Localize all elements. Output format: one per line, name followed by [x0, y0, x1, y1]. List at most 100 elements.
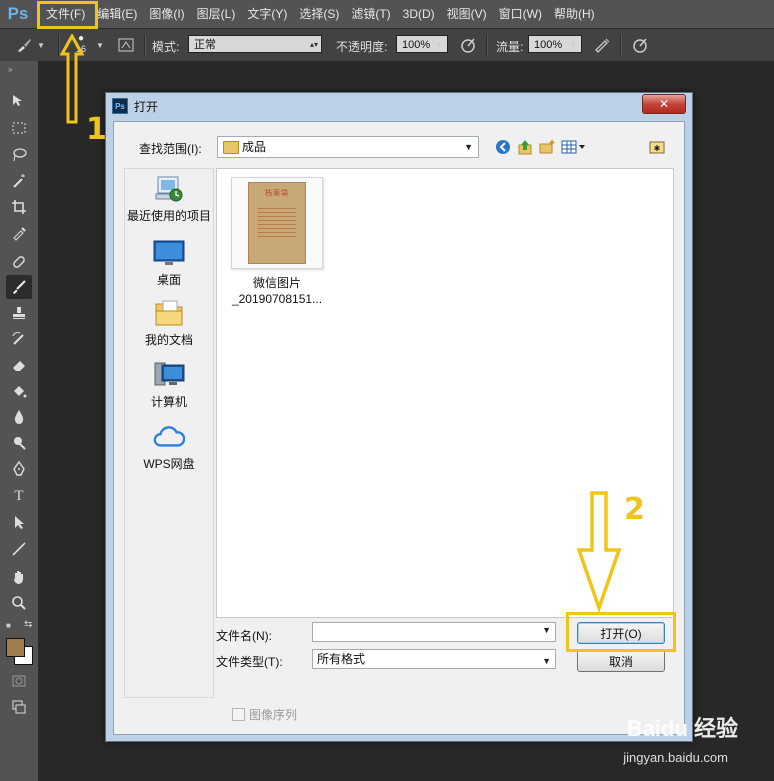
file-name-line2: _20190708151...	[231, 292, 323, 306]
path-selection-tool-icon[interactable]	[6, 510, 32, 534]
airbrush-icon[interactable]	[592, 35, 612, 55]
look-in-combobox[interactable]: 成品 ▼	[217, 136, 479, 158]
documents-icon	[153, 299, 185, 327]
chevron-down-icon: ▼	[464, 142, 473, 152]
menu-type[interactable]: 文字(Y)	[241, 0, 293, 28]
chevron-down-icon: ▼	[542, 656, 551, 666]
brush-preset-icon[interactable]	[14, 35, 34, 55]
look-in-label: 查找范围(I):	[139, 142, 202, 156]
opacity-label: 不透明度:	[336, 40, 388, 54]
line-tool-icon[interactable]	[6, 537, 32, 561]
place-label: 桌面	[156, 273, 181, 287]
menu-bar: Ps 文件(F) 编辑(E) 图像(I) 图层(L) 文字(Y) 选择(S) 滤…	[0, 0, 774, 28]
opacity-value: 100%	[402, 39, 431, 51]
default-colors-icon[interactable]: ■	[6, 621, 11, 630]
checkbox-box	[232, 708, 245, 721]
place-computer[interactable]: 计算机	[125, 361, 213, 410]
lasso-tool-icon[interactable]	[6, 143, 32, 167]
look-in-value: 成品	[242, 140, 267, 154]
step-number-2: 2	[624, 492, 645, 527]
menu-view[interactable]: 视图(V)	[441, 0, 493, 28]
pressure-size-icon[interactable]	[630, 35, 650, 55]
file-item[interactable]: 档案袋 微信图片 _20190708151...	[227, 177, 327, 307]
mode-select[interactable]: 正常 ▴▾	[188, 35, 322, 53]
updown-arrow-icon: ▴▾	[309, 40, 318, 49]
menu-3d[interactable]: 3D(D)	[397, 0, 441, 28]
dialog-title: 打开	[134, 100, 159, 114]
menu-image[interactable]: 图像(I)	[143, 0, 190, 28]
mode-label: 模式:	[152, 40, 180, 54]
chevron-down-icon[interactable]: ▼	[564, 35, 582, 55]
chevron-down-icon[interactable]: ▼	[430, 35, 448, 55]
place-label: 最近使用的项目	[126, 209, 211, 223]
archive-envelope-image: 档案袋	[248, 182, 306, 264]
eyedropper-tool-icon[interactable]	[6, 221, 32, 245]
place-desktop[interactable]: 桌面	[125, 239, 213, 288]
move-tool-icon[interactable]	[6, 89, 32, 113]
clone-stamp-tool-icon[interactable]	[6, 301, 32, 325]
flow-value: 100%	[534, 39, 563, 51]
filetype-select[interactable]: 所有格式 ▼	[312, 649, 556, 669]
menu-edit[interactable]: 编辑(E)	[91, 0, 143, 28]
pen-tool-icon[interactable]	[6, 457, 32, 481]
menu-window[interactable]: 窗口(W)	[493, 0, 548, 28]
brush-tool-icon[interactable]	[6, 275, 32, 299]
healing-brush-tool-icon[interactable]	[6, 250, 32, 274]
watermark-url: jingyan.baidu.com	[623, 750, 728, 765]
foreground-color-swatch[interactable]	[6, 638, 25, 657]
bridge-folder-icon[interactable]: ✱	[648, 138, 666, 156]
image-sequence-label: 图像序列	[249, 708, 298, 722]
chevron-down-icon[interactable]: ▼	[542, 625, 551, 635]
folder-icon	[223, 141, 239, 154]
panel-grip-icon[interactable]: »	[8, 65, 28, 74]
brush-panel-toggle-icon[interactable]	[116, 35, 136, 55]
paint-bucket-tool-icon[interactable]	[6, 379, 32, 403]
dialog-titlebar[interactable]: Ps 打开 ✕	[106, 93, 692, 119]
file-name: 微信图片 _20190708151...	[227, 275, 327, 307]
desktop-icon	[153, 239, 185, 267]
filename-input[interactable]: ▼	[312, 622, 556, 642]
view-menu-icon[interactable]	[560, 138, 588, 156]
up-arrow-icon	[60, 34, 84, 124]
pressure-opacity-icon[interactable]	[458, 35, 478, 55]
magic-wand-tool-icon[interactable]	[6, 169, 32, 193]
step-number-1: 1	[86, 112, 107, 147]
crop-tool-icon[interactable]	[6, 195, 32, 219]
swap-colors-icon[interactable]: ⇆	[24, 619, 32, 630]
menu-select[interactable]: 选择(S)	[293, 0, 345, 28]
recent-items-icon	[153, 175, 185, 203]
blur-tool-icon[interactable]	[6, 405, 32, 429]
svg-text:✱: ✱	[654, 144, 661, 153]
file-thumbnail: 档案袋	[231, 177, 323, 269]
new-folder-icon[interactable]	[538, 138, 556, 156]
close-button[interactable]: ✕	[642, 94, 686, 114]
back-icon[interactable]	[494, 138, 512, 156]
type-tool-icon[interactable]: T	[6, 484, 32, 508]
chevron-down-icon[interactable]: ▼	[94, 35, 106, 55]
filename-label: 文件名(N):	[216, 629, 272, 643]
eraser-tool-icon[interactable]	[6, 353, 32, 377]
place-wps-cloud[interactable]: WPS网盘	[125, 423, 213, 472]
quick-mask-icon[interactable]	[6, 669, 32, 693]
chevron-down-icon[interactable]: ▼	[36, 35, 46, 55]
screen-mode-icon[interactable]	[6, 695, 32, 719]
cancel-button[interactable]: 取消	[577, 650, 665, 672]
place-documents[interactable]: 我的文档	[125, 299, 213, 348]
menu-filter[interactable]: 滤镜(T)	[345, 0, 396, 28]
up-folder-icon[interactable]	[516, 138, 534, 156]
history-brush-tool-icon[interactable]	[6, 327, 32, 351]
hand-tool-icon[interactable]	[6, 565, 32, 589]
photoshop-app-icon: Ps	[112, 98, 128, 114]
marquee-tool-icon[interactable]	[6, 116, 32, 140]
filetype-label: 文件类型(T):	[216, 655, 283, 669]
place-recent[interactable]: 最近使用的项目	[125, 175, 213, 224]
places-bar: 最近使用的项目 桌面 我的文档 计算机 WPS网盘	[124, 168, 214, 698]
menu-help[interactable]: 帮助(H)	[548, 0, 601, 28]
zoom-tool-icon[interactable]	[6, 591, 32, 615]
dodge-tool-icon[interactable]	[6, 431, 32, 455]
down-arrow-icon	[576, 491, 622, 612]
menu-layer[interactable]: 图层(L)	[191, 0, 242, 28]
image-sequence-checkbox[interactable]: 图像序列	[232, 706, 297, 723]
options-bar: ▼ ● 16 ▼ 模式: 正常 ▴▾ 不透明度: 100% ▼ 流量: 100%…	[0, 28, 774, 62]
place-label: 计算机	[150, 395, 187, 409]
